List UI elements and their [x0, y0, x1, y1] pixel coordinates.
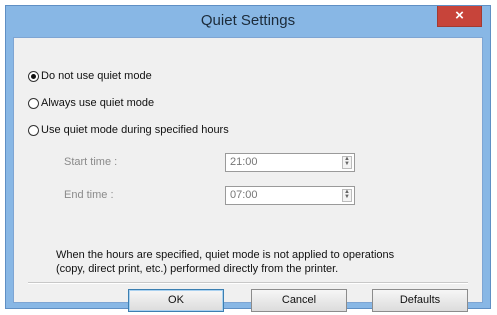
end-time-spinner[interactable]: 07:00 ▲ ▼	[225, 186, 355, 205]
end-time-value: 07:00	[230, 189, 258, 201]
radio-do-not-use-quiet-mode[interactable]: Do not use quiet mode	[28, 68, 152, 84]
radio-button[interactable]	[28, 97, 39, 109]
radio-label: Do not use quiet mode	[41, 70, 152, 82]
dialog-title: Quiet Settings	[200, 12, 296, 29]
title-bar[interactable]: Quiet Settings ×	[6, 6, 490, 37]
spin-arrows-icon[interactable]: ▲ ▼	[342, 189, 352, 202]
quiet-settings-dialog: Quiet Settings × Do not use quiet mode A…	[5, 5, 491, 312]
ok-button[interactable]: OK	[128, 289, 224, 312]
dialog-body: Do not use quiet mode Always use quiet m…	[13, 37, 483, 312]
radio-always-use-quiet-mode[interactable]: Always use quiet mode	[28, 95, 154, 111]
quiet-mode-note: When the hours are specified, quiet mode…	[56, 248, 476, 276]
close-icon: ×	[455, 7, 464, 24]
radio-button[interactable]	[28, 124, 39, 136]
start-time-label: Start time :	[64, 156, 118, 168]
close-button[interactable]: ×	[437, 6, 482, 27]
start-time-spinner[interactable]: 21:00 ▲ ▼	[225, 153, 355, 172]
radio-button-checked[interactable]	[28, 70, 39, 82]
spin-arrows-icon[interactable]: ▲ ▼	[342, 156, 352, 169]
defaults-button[interactable]: Defaults	[372, 289, 468, 312]
cancel-button[interactable]: Cancel	[251, 289, 347, 312]
note-line-1: When the hours are specified, quiet mode…	[56, 249, 395, 261]
end-time-label: End time :	[64, 189, 114, 201]
start-time-value: 21:00	[230, 156, 258, 168]
radio-label: Use quiet mode during specified hours	[41, 124, 229, 136]
note-line-2: (copy, direct print, etc.) performed dir…	[56, 263, 339, 275]
radio-label: Always use quiet mode	[41, 97, 155, 109]
radio-use-quiet-mode-hours[interactable]: Use quiet mode during specified hours	[28, 122, 229, 138]
divider	[28, 282, 468, 284]
